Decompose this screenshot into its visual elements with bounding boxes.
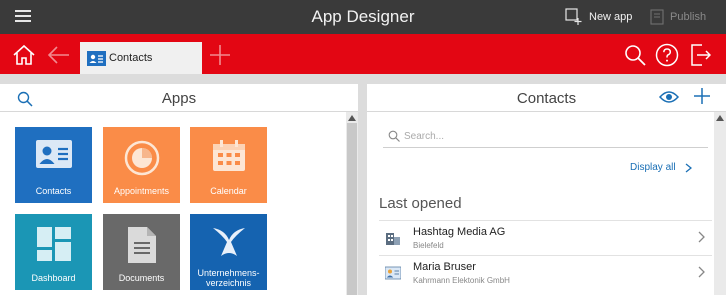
person-card-icon (385, 266, 401, 280)
search-icon[interactable] (17, 91, 33, 107)
company-building-icon (386, 233, 400, 245)
display-all-label: Display all (630, 162, 676, 173)
document-icon (127, 227, 156, 263)
app-tile-label: Appointments (113, 186, 170, 196)
contact-name: Maria Bruser (413, 261, 476, 273)
apps-panel-title: Apps (161, 90, 197, 107)
add-tab-icon[interactable] (208, 43, 232, 67)
app-tile-label: Contacts (35, 186, 72, 196)
search-icon[interactable] (624, 44, 646, 66)
new-app-button[interactable]: New app (565, 6, 632, 28)
app-tile-contacts[interactable]: Contacts (15, 127, 92, 203)
divider (379, 220, 712, 221)
company-directory-icon (212, 228, 245, 256)
contacts-search-input[interactable] (404, 127, 704, 145)
app-tile-unternehmensverzeichnis[interactable]: Unternehmens- verzeichnis (190, 214, 267, 290)
contact-card-icon (35, 140, 72, 168)
appointment-disc-icon (124, 140, 159, 176)
app-tile-label: Dashboard (31, 273, 76, 283)
app-tile-label-line1: Unternehmens- (197, 268, 260, 278)
new-app-icon (565, 8, 582, 25)
app-tile-dashboard[interactable]: Dashboard (15, 214, 92, 290)
contacts-panel: Contacts Display all Last opened (367, 84, 726, 295)
app-tile-label: Unternehmens- verzeichnis (190, 268, 267, 288)
tab-contacts-label: Contacts (109, 52, 153, 64)
search-icon (388, 130, 400, 142)
contact-list-item[interactable]: Hashtag Media AG Bielefeld (379, 220, 712, 254)
hamburger-menu-icon[interactable] (15, 10, 31, 24)
tab-contacts[interactable]: Contacts (80, 42, 202, 74)
help-icon[interactable] (655, 43, 679, 67)
new-app-label: New app (589, 11, 633, 23)
app-tile-calendar[interactable]: Calendar (190, 127, 267, 203)
chevron-right-icon (685, 162, 692, 173)
apps-grid: Contacts Appointments Calendar Dashboard… (15, 127, 345, 295)
contact-card-icon (87, 50, 106, 66)
scroll-up-arrow-icon[interactable] (348, 115, 356, 121)
chevron-right-icon (698, 266, 705, 278)
app-tile-documents[interactable]: Documents (103, 214, 180, 290)
top-bar: App Designer New app Publish (0, 0, 726, 34)
app-designer-window: App Designer New app Publish Contacts Ap… (0, 0, 726, 295)
back-arrow-icon[interactable] (46, 45, 70, 65)
display-all-link[interactable]: Display all (630, 162, 692, 173)
calendar-icon (212, 140, 245, 171)
apps-panel: Apps Contacts Appointments Calendar Dash… (0, 84, 358, 295)
dashboard-icon (36, 227, 71, 261)
last-opened-heading: Last opened (379, 195, 462, 212)
contact-subtitle: Kahrmann Elektonik GmbH (413, 276, 510, 285)
scrollbar-thumb[interactable] (347, 123, 357, 295)
app-tile-label: Calendar (210, 186, 247, 196)
app-tile-label-line2: verzeichnis (205, 278, 252, 288)
contact-list-item[interactable]: Maria Bruser Kahrmann Elektonik GmbH (379, 255, 712, 289)
add-contact-icon[interactable] (693, 87, 711, 105)
eye-icon[interactable] (659, 90, 679, 104)
main-toolbar: Contacts (0, 34, 726, 74)
contacts-search-field (383, 124, 708, 148)
publish-button[interactable]: Publish (650, 6, 706, 28)
apps-scrollbar[interactable] (346, 112, 358, 295)
scroll-up-arrow-icon[interactable] (716, 115, 724, 121)
chevron-right-icon (698, 231, 705, 243)
publish-label: Publish (670, 11, 707, 23)
contacts-panel-header: Contacts (367, 84, 726, 112)
contact-subtitle: Bielefeld (413, 241, 444, 250)
contact-name: Hashtag Media AG (413, 226, 506, 238)
home-icon[interactable] (12, 43, 36, 67)
app-tile-label: Documents (118, 273, 165, 283)
exit-icon[interactable] (689, 43, 711, 67)
app-tile-appointments[interactable]: Appointments (103, 127, 180, 203)
divider (379, 255, 712, 256)
apps-panel-header: Apps (0, 84, 358, 112)
contacts-scrollbar[interactable] (714, 112, 726, 295)
publish-icon (650, 9, 664, 25)
